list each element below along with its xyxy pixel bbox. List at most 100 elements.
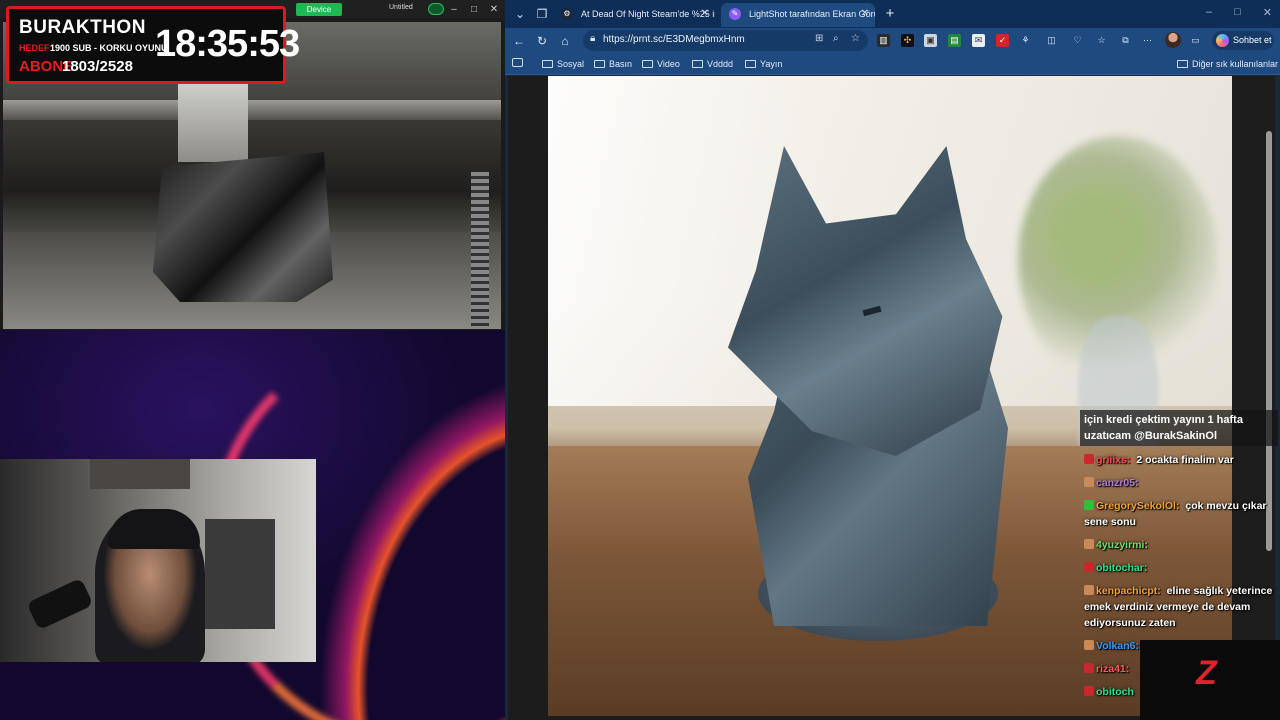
lead-screw xyxy=(471,172,489,329)
streamer-cap xyxy=(108,509,200,549)
chat-username: 4yuzyirmi: xyxy=(1096,539,1148,551)
back-icon[interactable]: ← xyxy=(510,32,528,50)
minimize-button[interactable]: – xyxy=(447,4,461,15)
device-button[interactable]: Device xyxy=(296,3,342,16)
reading-list-icon xyxy=(512,58,523,67)
chat-pinned-message: için kredi çektim yayını 1 hafta uzatıca… xyxy=(1080,410,1278,446)
other-bookmarks-folder[interactable]: Diğer sık kullanılanlar xyxy=(1177,57,1278,71)
zoom-icon[interactable]: ⌕ xyxy=(833,33,839,44)
close-button[interactable]: ✕ xyxy=(487,4,501,15)
steam-icon: ⚙ xyxy=(561,8,573,20)
printer-gantry-rail xyxy=(3,100,501,120)
channel-logo: Z xyxy=(1140,640,1280,720)
navigation-toolbar: ← ↻ ⌂ 🔒︎ https://prnt.sc/E3DMegbmxHnm ⊞ … xyxy=(505,28,1280,53)
profile-avatar[interactable] xyxy=(1165,32,1181,48)
chat-badge-icon xyxy=(1084,500,1094,510)
url-text[interactable]: https://prnt.sc/E3DMegbmxHnm xyxy=(603,34,745,45)
background-pc-case xyxy=(205,519,275,629)
chat-username: griiixs: xyxy=(1096,454,1131,466)
screen: Device Untitled – □ ✕ BURAKTHON HEDEF: 1… xyxy=(0,0,1280,720)
stream-overlay-banner: BURAKTHON HEDEF: 1900 SUB - KORKU OYUNU … xyxy=(6,6,300,84)
extension-screenshot-icon[interactable]: ▣ xyxy=(924,34,937,47)
chat-message: obitochar: xyxy=(1080,558,1278,578)
chat-badge-icon xyxy=(1084,585,1094,595)
refresh-icon[interactable]: ↻ xyxy=(533,32,551,50)
subscriber-count: 1803/2528 xyxy=(62,58,133,75)
tab-close-icon[interactable]: ✕ xyxy=(861,3,869,25)
copilot-sidebar-icon[interactable]: ▭ xyxy=(1189,34,1202,47)
printer-toolhead xyxy=(178,72,248,162)
maximize-button[interactable]: □ xyxy=(1234,6,1241,19)
folder-icon xyxy=(692,60,703,68)
address-bar[interactable]: 🔒︎ https://prnt.sc/E3DMegbmxHnm ⊞ ⌕ ☆ xyxy=(583,30,868,51)
folder-icon xyxy=(1177,60,1188,68)
new-tab-button[interactable]: + xyxy=(881,5,899,23)
chat-badge-icon xyxy=(1084,686,1094,696)
extension-red-icon[interactable]: ✓ xyxy=(996,34,1009,47)
split-screen-icon[interactable]: ◫ xyxy=(1045,34,1058,47)
chat-message: GregorySekolOl: çok mevzu çıkar sene son… xyxy=(1080,496,1278,532)
bookmark-folder-vdddd[interactable]: Vdddd xyxy=(692,57,733,71)
window-controls: – □ ✕ xyxy=(1206,6,1272,19)
extension-green-icon[interactable]: ▤ xyxy=(948,34,961,47)
bookmark-label: Yayın xyxy=(760,59,783,69)
chat-badge-icon xyxy=(1084,539,1094,549)
chat-username: riza41: xyxy=(1096,663,1130,675)
goal-text: 1900 SUB - KORKU OYUNU xyxy=(50,43,168,53)
copilot-chat-button[interactable]: Sohbet et xyxy=(1212,31,1274,50)
app-available-icon[interactable]: ⊞ xyxy=(815,33,823,44)
printer-camera-window[interactable]: Device Untitled – □ ✕ BURAKTHON HEDEF: 1… xyxy=(0,0,505,330)
bookmark-folder-yayin[interactable]: Yayın xyxy=(745,57,782,71)
bookmark-app-icon[interactable] xyxy=(498,57,523,71)
bookmark-label: Video xyxy=(657,59,680,69)
lock-icon: 🔒︎ xyxy=(590,33,596,44)
collections-icon[interactable]: ⧉ xyxy=(1119,34,1132,47)
minimize-button[interactable]: – xyxy=(1206,6,1212,19)
stream-timer: 18:35:53 xyxy=(155,23,300,65)
tab-actions-chevron-icon[interactable]: ⌄ xyxy=(511,5,529,23)
webcam-feed xyxy=(0,459,316,662)
folder-icon xyxy=(542,60,553,68)
chat-message: canzr05: xyxy=(1080,473,1278,493)
more-options-icon[interactable]: ⋯ xyxy=(1141,34,1154,47)
bookmark-folder-video[interactable]: Video xyxy=(642,57,680,71)
close-button[interactable]: ✕ xyxy=(1263,6,1272,19)
extensions-icon[interactable]: ⚘ xyxy=(1019,34,1032,47)
chat-badge-icon xyxy=(1084,663,1094,673)
folder-icon xyxy=(642,60,653,68)
folder-icon xyxy=(745,60,756,68)
tab-lightshot[interactable]: ✎ LightShot tarafından Ekran Görünt ✕ xyxy=(721,3,875,27)
workspaces-icon[interactable]: ❐ xyxy=(533,5,551,23)
chat-badge-icon xyxy=(1084,562,1094,572)
microphone-icon xyxy=(26,577,94,631)
tab-steam[interactable]: ⚙ At Dead Of Night Steam'de %25 in ✕ xyxy=(553,3,715,27)
chat-text: 2 ocakta finalim var xyxy=(1133,454,1234,466)
wall-shelf xyxy=(90,459,190,489)
tab-close-icon[interactable]: ✕ xyxy=(701,3,709,25)
favorite-star-icon[interactable]: ☆ xyxy=(851,33,860,44)
chat-message: 4yuzyirmi: xyxy=(1080,535,1278,555)
chat-username: kenpachicpt: xyxy=(1096,585,1161,597)
logo-letter: Z xyxy=(1196,654,1217,692)
chat-username: obitochar: xyxy=(1096,562,1148,574)
other-bookmarks-label: Diğer sık kullanılanlar xyxy=(1192,59,1279,69)
chat-message: kenpachicpt: eline sağlık yeterince emek… xyxy=(1080,581,1278,633)
bookmarks-bar: Sosyal Basın Video Vdddd Yayın Diğer sık… xyxy=(505,53,1280,75)
goal-label: HEDEF: xyxy=(19,43,53,53)
browser-essentials-icon[interactable]: ♡ xyxy=(1071,34,1084,47)
record-toggle-icon[interactable] xyxy=(428,3,444,15)
extension-mail-icon[interactable]: ✉ xyxy=(972,34,985,47)
copilot-label: Sohbet et xyxy=(1233,35,1272,45)
extension-puzzle-icon[interactable]: ✣ xyxy=(901,34,914,47)
home-icon[interactable]: ⌂ xyxy=(556,32,574,50)
bookmark-folder-sosyal[interactable]: Sosyal xyxy=(542,57,584,71)
lightshot-icon: ✎ xyxy=(729,8,741,20)
copilot-icon xyxy=(1216,34,1229,47)
streamer-name: BURAKTHON xyxy=(19,17,146,38)
tab-label: LightShot tarafından Ekran Görünt xyxy=(749,9,875,19)
extension-reader-icon[interactable]: ▥ xyxy=(877,34,890,47)
maximize-button[interactable]: □ xyxy=(467,4,481,15)
bookmark-folder-basin[interactable]: Basın xyxy=(594,57,632,71)
favorites-icon[interactable]: ☆ xyxy=(1095,34,1108,47)
chat-badge-icon xyxy=(1084,477,1094,487)
